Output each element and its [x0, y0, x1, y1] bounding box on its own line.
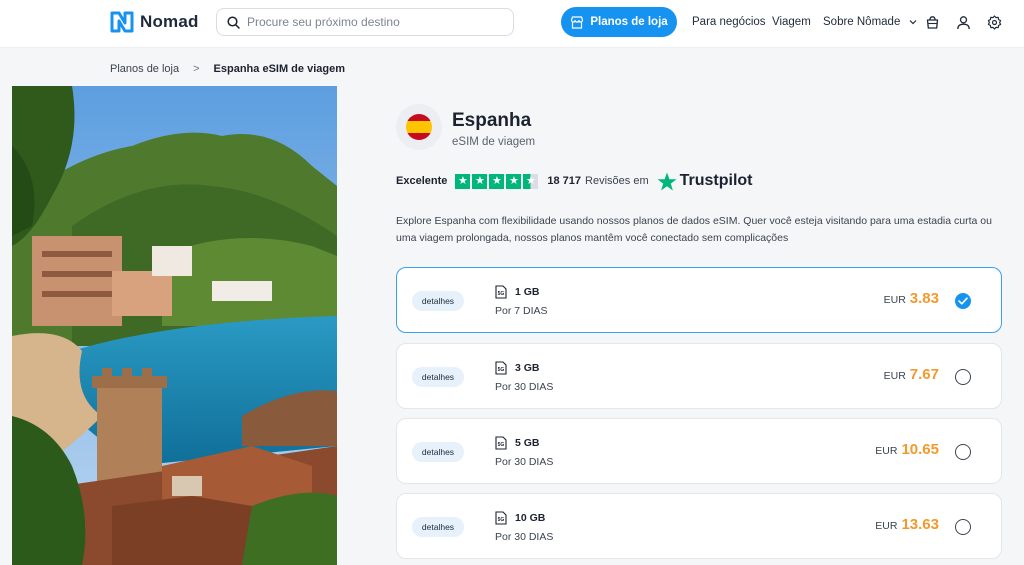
- store-plans-label: Planos de loja: [590, 16, 668, 28]
- price-currency: EUR: [883, 370, 906, 382]
- 5g-sim-icon: 5G: [495, 285, 507, 299]
- trustpilot-rating[interactable]: Excelente ★ ★ ★ ★ ★ 18 717 Revisões em T…: [396, 172, 753, 190]
- details-button[interactable]: detalhes: [412, 517, 464, 537]
- plan-period: Por 30 DIAS: [495, 381, 554, 393]
- search-input[interactable]: [247, 15, 497, 29]
- plan-radio[interactable]: [955, 369, 971, 385]
- svg-text:5G: 5G: [498, 291, 505, 297]
- plan-price: EUR 10.65: [875, 441, 939, 458]
- details-button[interactable]: detalhes: [412, 367, 464, 387]
- star-icon: ★: [472, 173, 488, 189]
- trustpilot-text: Trustpilot: [679, 172, 753, 189]
- country-flag: [396, 104, 442, 150]
- review-label: Revisões em: [585, 175, 649, 187]
- product-subtitle: eSIM de viagem: [452, 136, 536, 148]
- rating-word: Excelente: [396, 175, 448, 187]
- svg-text:5G: 5G: [498, 517, 505, 523]
- price-amount: 10.65: [901, 441, 939, 458]
- star-icon: ★: [506, 173, 522, 189]
- price-amount: 3.83: [909, 290, 939, 307]
- price-currency: EUR: [875, 445, 898, 457]
- nav-about[interactable]: Sobre Nômade: [823, 16, 917, 28]
- search-icon: [227, 15, 240, 29]
- plan-radio[interactable]: [955, 444, 971, 460]
- details-button[interactable]: detalhes: [412, 442, 464, 462]
- destination-photo: [12, 86, 337, 565]
- svg-text:5G: 5G: [498, 367, 505, 373]
- 5g-sim-icon: 5G: [495, 511, 507, 525]
- plan-period: Por 30 DIAS: [495, 456, 554, 468]
- store-plans-button[interactable]: Planos de loja: [561, 7, 677, 37]
- price-amount: 13.63: [901, 516, 939, 533]
- gear-icon[interactable]: [985, 13, 1003, 31]
- plan-price: EUR 7.67: [884, 366, 939, 383]
- nav-travel[interactable]: Viagem: [772, 16, 811, 28]
- plan-data-amount: 1 GB: [515, 286, 540, 298]
- plan-radio-selected[interactable]: [955, 293, 971, 309]
- plan-price: EUR 3.83: [884, 290, 939, 307]
- plan-price: EUR 13.63: [875, 516, 939, 533]
- country-title: Espanha: [452, 110, 532, 131]
- breadcrumb-store-plans[interactable]: Planos de loja: [110, 63, 179, 75]
- price-amount: 7.67: [909, 366, 939, 383]
- plan-card[interactable]: detalhes 5G 5 GB Por 30 DIAS EUR 10.65: [396, 418, 1002, 484]
- plan-radio[interactable]: [955, 519, 971, 535]
- star-icon: ★: [455, 173, 471, 189]
- logo-text: Nomad: [140, 12, 199, 31]
- 5g-sim-icon: 5G: [495, 436, 507, 450]
- breadcrumb-separator: >: [193, 63, 200, 75]
- star-icon: ★: [489, 173, 505, 189]
- review-count: 18 717: [547, 175, 582, 187]
- search-box[interactable]: [216, 8, 514, 36]
- store-icon: [571, 15, 584, 29]
- product-description: Explore Espanha com flexibilidade usando…: [396, 215, 992, 244]
- check-icon: [958, 297, 968, 305]
- trustpilot-star-icon: [657, 172, 677, 190]
- plan-data-amount: 3 GB: [515, 362, 540, 374]
- plan-data-amount: 5 GB: [515, 437, 540, 449]
- details-button[interactable]: detalhes: [412, 291, 464, 311]
- rating-stars: ★ ★ ★ ★ ★: [455, 173, 539, 189]
- 5g-sim-icon: 5G: [495, 361, 507, 375]
- plan-card[interactable]: detalhes 5G 1 GB Por 7 DIAS EUR 3.83: [396, 267, 1002, 333]
- price-currency: EUR: [883, 294, 906, 306]
- price-currency: EUR: [875, 520, 898, 532]
- nav-about-label: Sobre Nômade: [823, 16, 901, 28]
- cart-icon[interactable]: [923, 13, 941, 31]
- plan-card[interactable]: detalhes 5G 3 GB Por 30 DIAS EUR 7.67: [396, 343, 1002, 409]
- plan-card[interactable]: detalhes 5G 10 GB Por 30 DIAS EUR 13.63: [396, 493, 1002, 559]
- plan-data-amount: 10 GB: [515, 512, 546, 524]
- user-icon[interactable]: [954, 13, 972, 31]
- breadcrumb: Planos de loja > Espanha eSIM de viagem: [110, 63, 345, 75]
- nomad-logo-icon: [110, 11, 134, 33]
- nomad-logo[interactable]: Nomad: [110, 11, 199, 33]
- svg-text:5G: 5G: [498, 442, 505, 448]
- spain-flag-icon: [406, 114, 432, 140]
- trustpilot-logo[interactable]: Trustpilot: [657, 172, 753, 191]
- chevron-down-icon: [909, 20, 916, 25]
- top-navbar: Nomad Planos de loja Para negócios Viage…: [0, 0, 1024, 48]
- breadcrumb-current: Espanha eSIM de viagem: [213, 63, 345, 75]
- half-star-icon: ★: [523, 173, 539, 189]
- nav-business[interactable]: Para negócios: [692, 16, 766, 28]
- plan-period: Por 7 DIAS: [495, 305, 548, 317]
- plan-period: Por 30 DIAS: [495, 531, 554, 543]
